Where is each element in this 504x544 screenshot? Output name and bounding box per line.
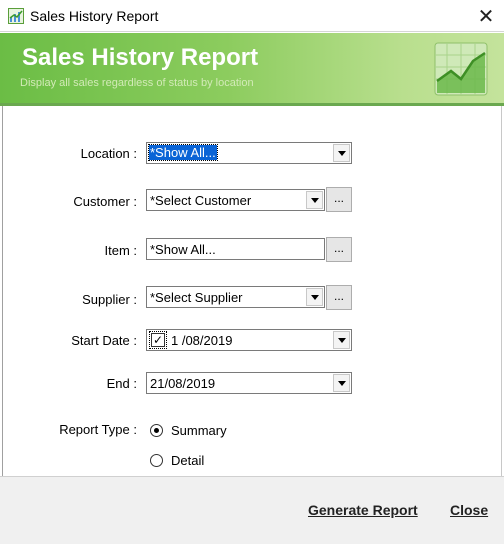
chevron-down-icon <box>337 150 346 156</box>
footer-bar: Generate Report Close <box>0 476 504 544</box>
start-date-value: 1 /08/2019 <box>171 333 233 348</box>
customer-select[interactable]: *Select Customer <box>146 189 325 211</box>
close-icon: ✕ <box>477 5 495 28</box>
detail-radio[interactable] <box>150 454 163 467</box>
customer-value: *Select Customer <box>150 193 252 208</box>
header-banner: Sales History Report Display all sales r… <box>0 33 504 103</box>
chevron-down-icon <box>310 294 319 300</box>
supplier-select[interactable]: *Select Supplier <box>146 286 325 308</box>
supplier-value: *Select Supplier <box>150 290 243 305</box>
title-bar: Sales History Report ✕ <box>0 0 504 32</box>
report-type-label: Report Type : <box>59 422 137 437</box>
banner-title: Sales History Report <box>22 44 259 71</box>
window-close-button[interactable]: ✕ <box>468 0 504 32</box>
customer-browse-button[interactable]: ... <box>326 187 352 212</box>
item-browse-button[interactable]: ... <box>326 237 352 262</box>
end-date-dropdown-button[interactable] <box>333 374 350 392</box>
start-date-checkbox[interactable]: ✓ <box>149 331 167 349</box>
supplier-browse-button[interactable]: ... <box>326 285 352 310</box>
detail-radio-label[interactable]: Detail <box>171 453 204 468</box>
close-button[interactable]: Close <box>450 502 488 518</box>
item-input[interactable]: *Show All... <box>146 238 325 260</box>
chart-icon <box>8 8 24 24</box>
start-date-dropdown-button[interactable] <box>333 331 350 349</box>
chevron-down-icon <box>337 380 346 386</box>
location-value: *Show All... <box>148 144 218 161</box>
supplier-dropdown-button[interactable] <box>306 288 323 306</box>
start-date-label: Start Date : <box>71 333 137 348</box>
summary-radio-label[interactable]: Summary <box>171 423 227 438</box>
end-date-picker[interactable]: 21/08/2019 <box>146 372 352 394</box>
form-panel: Location : *Show All... Customer : *Sele… <box>2 106 502 476</box>
growth-chart-icon <box>434 42 488 96</box>
window-title: Sales History Report <box>30 8 159 24</box>
end-date-label: End : <box>106 376 137 391</box>
item-label: Item : <box>104 243 137 258</box>
customer-label: Customer : <box>73 194 137 209</box>
chevron-down-icon <box>337 337 346 343</box>
location-label: Location : <box>80 146 137 161</box>
location-select[interactable]: *Show All... <box>146 142 352 164</box>
summary-radio[interactable] <box>150 424 163 437</box>
chevron-down-icon <box>310 197 319 203</box>
item-value: *Show All... <box>150 242 216 257</box>
supplier-label: Supplier : <box>82 292 137 307</box>
start-date-picker[interactable]: ✓ 1 /08/2019 <box>146 329 352 351</box>
generate-report-button[interactable]: Generate Report <box>308 502 418 518</box>
location-dropdown-button[interactable] <box>333 144 350 162</box>
customer-dropdown-button[interactable] <box>306 191 323 209</box>
radio-selected-dot <box>154 428 159 433</box>
banner-subtitle: Display all sales regardless of status b… <box>20 77 254 89</box>
end-date-value: 21/08/2019 <box>150 376 216 391</box>
